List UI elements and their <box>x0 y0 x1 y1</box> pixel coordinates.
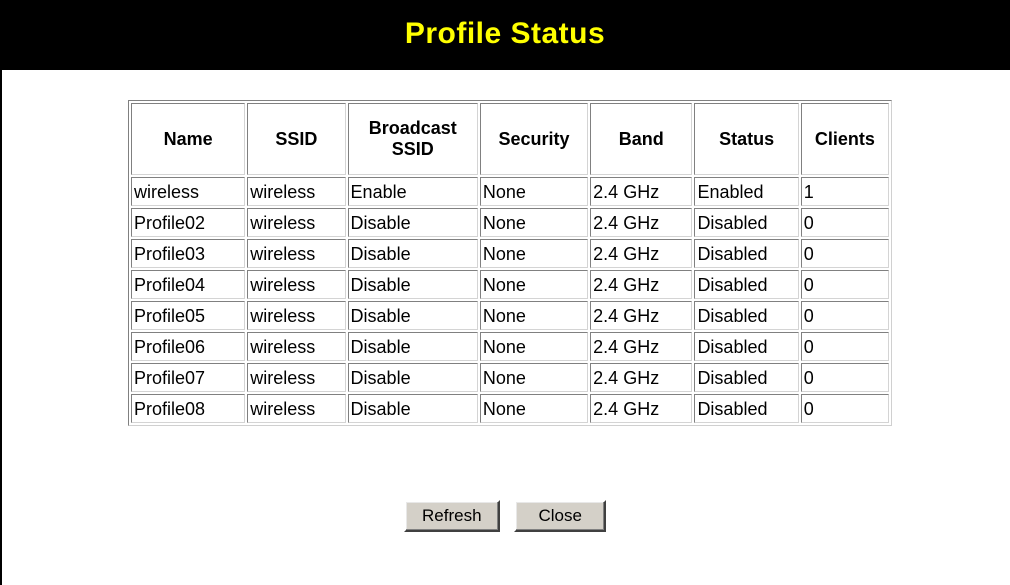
cell-clients: 0 <box>800 239 889 268</box>
cell-band: 2.4 GHz <box>590 394 693 423</box>
cell-clients: 0 <box>800 208 889 237</box>
cell-name: Profile05 <box>131 301 246 330</box>
cell-ssid: wireless <box>247 363 346 392</box>
cell-broadcast-ssid: Enable <box>347 177 478 206</box>
cell-broadcast-ssid: Disable <box>347 239 478 268</box>
table-row: Profile08 wireless Disable None 2.4 GHz … <box>131 394 889 423</box>
cell-broadcast-ssid: Disable <box>347 332 478 361</box>
column-header-broadcast-line1: Broadcast <box>368 118 457 138</box>
cell-security: None <box>479 177 589 206</box>
column-header-name: Name <box>131 103 246 175</box>
close-button[interactable]: Close <box>514 500 607 532</box>
cell-band: 2.4 GHz <box>590 301 693 330</box>
profile-status-table: Name SSID Broadcast SSID Security Band S… <box>128 100 892 426</box>
cell-name: Profile07 <box>131 363 246 392</box>
table-row: wireless wireless Enable None 2.4 GHz En… <box>131 177 889 206</box>
table-header-row: Name SSID Broadcast SSID Security Band S… <box>131 103 889 175</box>
cell-broadcast-ssid: Disable <box>347 394 478 423</box>
table-row: Profile03 wireless Disable None 2.4 GHz … <box>131 239 889 268</box>
table-row: Profile04 wireless Disable None 2.4 GHz … <box>131 270 889 299</box>
cell-band: 2.4 GHz <box>590 270 693 299</box>
cell-broadcast-ssid: Disable <box>347 208 478 237</box>
column-header-security: Security <box>479 103 589 175</box>
cell-status: Disabled <box>694 239 799 268</box>
profile-status-page: Profile Status Name SSID Broadcast SSID … <box>0 0 1010 585</box>
cell-clients: 0 <box>800 332 889 361</box>
table-header: Name SSID Broadcast SSID Security Band S… <box>131 103 889 175</box>
cell-broadcast-ssid: Disable <box>347 270 478 299</box>
cell-band: 2.4 GHz <box>590 239 693 268</box>
cell-security: None <box>479 332 589 361</box>
cell-ssid: wireless <box>247 301 346 330</box>
cell-clients: 0 <box>800 270 889 299</box>
cell-band: 2.4 GHz <box>590 208 693 237</box>
refresh-button[interactable]: Refresh <box>403 500 500 532</box>
cell-ssid: wireless <box>247 270 346 299</box>
cell-clients: 0 <box>800 363 889 392</box>
cell-name: Profile02 <box>131 208 246 237</box>
cell-ssid: wireless <box>247 177 346 206</box>
cell-ssid: wireless <box>247 394 346 423</box>
cell-band: 2.4 GHz <box>590 363 693 392</box>
cell-status: Disabled <box>694 208 799 237</box>
cell-ssid: wireless <box>247 332 346 361</box>
column-header-ssid: SSID <box>247 103 346 175</box>
page-title: Profile Status <box>404 17 606 50</box>
table-row: Profile07 wireless Disable None 2.4 GHz … <box>131 363 889 392</box>
cell-status: Disabled <box>694 332 799 361</box>
cell-security: None <box>479 394 589 423</box>
cell-name: wireless <box>131 177 246 206</box>
cell-clients: 0 <box>800 301 889 330</box>
column-header-status: Status <box>694 103 799 175</box>
cell-broadcast-ssid: Disable <box>347 301 478 330</box>
cell-status: Disabled <box>694 270 799 299</box>
cell-band: 2.4 GHz <box>590 332 693 361</box>
window-left-border <box>0 0 2 585</box>
title-bar: Profile Status <box>0 0 1010 70</box>
column-header-broadcast-line2: SSID <box>391 139 434 159</box>
cell-security: None <box>479 208 589 237</box>
cell-security: None <box>479 239 589 268</box>
cell-ssid: wireless <box>247 208 346 237</box>
cell-band: 2.4 GHz <box>590 177 693 206</box>
table-row: Profile06 wireless Disable None 2.4 GHz … <box>131 332 889 361</box>
cell-status: Disabled <box>694 301 799 330</box>
cell-broadcast-ssid: Disable <box>347 363 478 392</box>
table-row: Profile05 wireless Disable None 2.4 GHz … <box>131 301 889 330</box>
table-body: wireless wireless Enable None 2.4 GHz En… <box>131 177 889 423</box>
cell-clients: 0 <box>800 394 889 423</box>
column-header-clients: Clients <box>800 103 889 175</box>
cell-name: Profile06 <box>131 332 246 361</box>
cell-clients: 1 <box>800 177 889 206</box>
cell-name: Profile03 <box>131 239 246 268</box>
cell-security: None <box>479 301 589 330</box>
table-row: Profile02 wireless Disable None 2.4 GHz … <box>131 208 889 237</box>
column-header-band: Band <box>590 103 693 175</box>
cell-status: Disabled <box>694 363 799 392</box>
cell-ssid: wireless <box>247 239 346 268</box>
cell-name: Profile08 <box>131 394 246 423</box>
button-row: Refresh Close <box>0 500 1010 534</box>
cell-security: None <box>479 363 589 392</box>
cell-status: Enabled <box>694 177 799 206</box>
cell-security: None <box>479 270 589 299</box>
cell-status: Disabled <box>694 394 799 423</box>
column-header-broadcast-ssid: Broadcast SSID <box>347 103 478 175</box>
cell-name: Profile04 <box>131 270 246 299</box>
